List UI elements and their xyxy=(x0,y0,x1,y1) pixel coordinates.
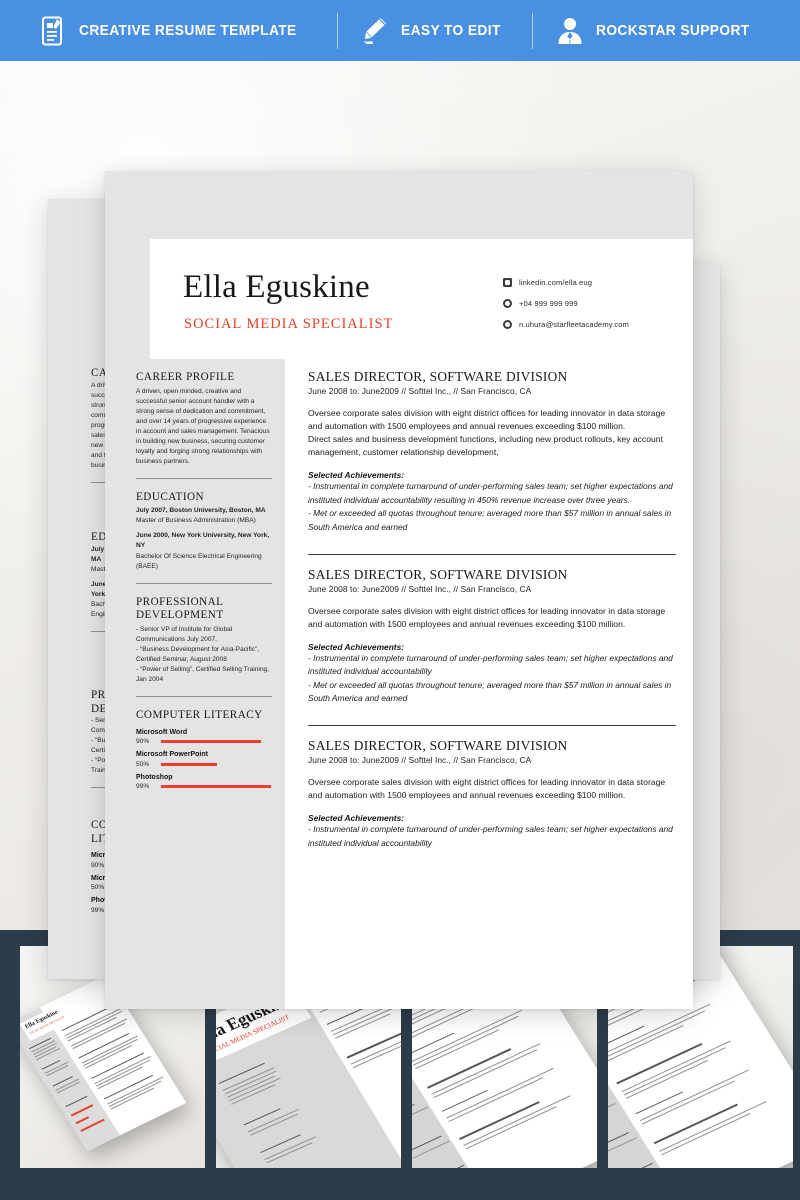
skill-item: Microsoft PowerPoint 50% xyxy=(136,751,272,768)
feature-label: EASY TO EDIT xyxy=(401,22,501,39)
achievements-heading: Selected Achievements: xyxy=(308,813,405,824)
contact-value: linkedin.com/ella.eug xyxy=(519,278,593,287)
job-paragraph: Direct sales and business development fu… xyxy=(308,434,663,458)
skill-bar-track xyxy=(161,785,272,789)
phone-icon xyxy=(503,299,512,308)
section-title: CAREER PROFILE xyxy=(136,371,235,383)
contact-email[interactable]: n.uhura@starfleetacademy.com xyxy=(503,316,673,333)
resume-experience-column: SALES DIRECTOR, SOFTWARE DIVISION June 2… xyxy=(308,369,676,859)
sidebar-divider-2 xyxy=(136,582,272,584)
contact-phone[interactable]: +04 999 999 999 xyxy=(503,295,673,312)
job-title: SALES DIRECTOR, SOFTWARE DIVISION xyxy=(308,566,568,582)
section-computer-literacy: COMPUTER LITERACY Microsoft Word 90% Mic… xyxy=(136,709,272,790)
job-paragraph: Oversee corporate sales division with ei… xyxy=(308,605,666,629)
skill-percent: 50% xyxy=(136,760,150,768)
job-meta: June 2008 to: June2009 // Softtel Inc., … xyxy=(308,754,532,765)
section-title: EDUCATION xyxy=(136,490,205,503)
experience-item: SALES DIRECTOR, SOFTWARE DIVISION June 2… xyxy=(308,369,676,544)
skill-percent: 90% xyxy=(136,738,150,746)
experience-item: SALES DIRECTOR, SOFTWARE DIVISION June 2… xyxy=(308,738,676,859)
section-body: - Senior VP of Institute for Global Comm… xyxy=(136,625,270,683)
feature-item-creative-resume-template: CREATIVE RESUME TEMPLATE xyxy=(16,15,338,47)
skill-name: Microsoft Word xyxy=(136,728,188,736)
achievements-heading: Selected Achievements: xyxy=(308,470,405,481)
sidebar-divider-1 xyxy=(136,477,272,479)
achievements-body: - Instrumental in complete turnaround of… xyxy=(308,481,673,532)
job-paragraph: Oversee corporate sales division with ei… xyxy=(308,407,666,431)
skill-percent: 99% xyxy=(136,783,150,791)
feature-item-rockstar-support: ROCKSTAR SUPPORT xyxy=(533,15,785,47)
skill-bar-track xyxy=(161,740,272,744)
experience-item: SALES DIRECTOR, SOFTWARE DIVISION June 2… xyxy=(308,567,676,715)
contact-value: n.uhura@starfleetacademy.com xyxy=(519,320,629,329)
section-professional-development: PROFESSIONAL DEVELOPMENT - Senior VP of … xyxy=(136,596,272,685)
candidate-name: Ella Eguskine xyxy=(183,269,370,305)
education-entry-heading: July 2007, Boston University, Boston, MA xyxy=(136,507,266,515)
user-support-icon xyxy=(555,15,585,47)
skill-name: Photoshop xyxy=(136,773,173,781)
mockup-canvas: CAREER PROFILE A driven, open minded, cr… xyxy=(0,61,800,1009)
main-resume-page: Ella Eguskine SOCIAL MEDIA SPECIALIST li… xyxy=(105,171,693,1009)
feature-label: CREATIVE RESUME TEMPLATE xyxy=(78,22,297,39)
experience-divider-1 xyxy=(308,553,676,555)
section-title: PROFESSIONAL DEVELOPMENT xyxy=(136,595,224,622)
achievements-heading: Selected Achievements: xyxy=(308,641,405,652)
job-meta: June 2008 to: June2009 // Softtel Inc., … xyxy=(308,385,532,396)
pen-edit-icon xyxy=(360,15,390,47)
job-title: SALES DIRECTOR, SOFTWARE DIVISION xyxy=(308,369,568,384)
resume-sidebar: CAREER PROFILE A driven, open minded, cr… xyxy=(136,371,272,790)
skill-name: Microsoft PowerPoint xyxy=(136,751,208,759)
sidebar-divider-3 xyxy=(136,695,272,697)
job-meta: June 2008 to: June2009 // Softtel Inc., … xyxy=(308,583,532,594)
email-icon xyxy=(503,320,512,329)
contact-linkedin[interactable]: linkedin.com/ella.eug xyxy=(503,274,673,291)
section-body: A driven, open minded, creative and succ… xyxy=(136,387,270,465)
section-education: EDUCATION July 2007, Boston University, … xyxy=(136,491,272,572)
skill-item: Photoshop 99% xyxy=(136,773,272,791)
contact-list: linkedin.com/ella.eug +04 999 999 999 n.… xyxy=(503,274,673,337)
achievements-body: - Instrumental in complete turnaround of… xyxy=(308,652,673,704)
candidate-role: SOCIAL MEDIA SPECIALIST xyxy=(184,316,394,332)
education-entry-detail: Master of Business Administration (MBA) xyxy=(136,517,256,525)
job-title: SALES DIRECTOR, SOFTWARE DIVISION xyxy=(308,738,568,754)
section-career-profile: CAREER PROFILE A driven, open minded, cr… xyxy=(136,371,272,467)
linkedin-icon xyxy=(503,278,512,287)
experience-divider-2 xyxy=(308,725,676,727)
section-title: COMPUTER LITERACY xyxy=(136,708,263,721)
feature-item-easy-to-edit: EASY TO EDIT xyxy=(338,15,531,47)
skill-bar-track xyxy=(161,762,272,766)
achievements-body: - Instrumental in complete turnaround of… xyxy=(308,824,673,848)
job-paragraph: Oversee corporate sales division with ei… xyxy=(308,776,666,801)
education-entry-heading: June 2000, New York University, New York… xyxy=(136,532,270,550)
education-entry-detail: Bachelor Of Science Electrical Engineeri… xyxy=(136,552,262,570)
feature-label: ROCKSTAR SUPPORT xyxy=(595,22,750,39)
skill-item: Microsoft Word 90% xyxy=(136,728,272,746)
contact-value: +04 999 999 999 xyxy=(519,299,578,308)
feature-topbar: CREATIVE RESUME TEMPLATE EASY TO EDIT RO… xyxy=(0,0,800,61)
resume-document-icon xyxy=(38,15,68,47)
